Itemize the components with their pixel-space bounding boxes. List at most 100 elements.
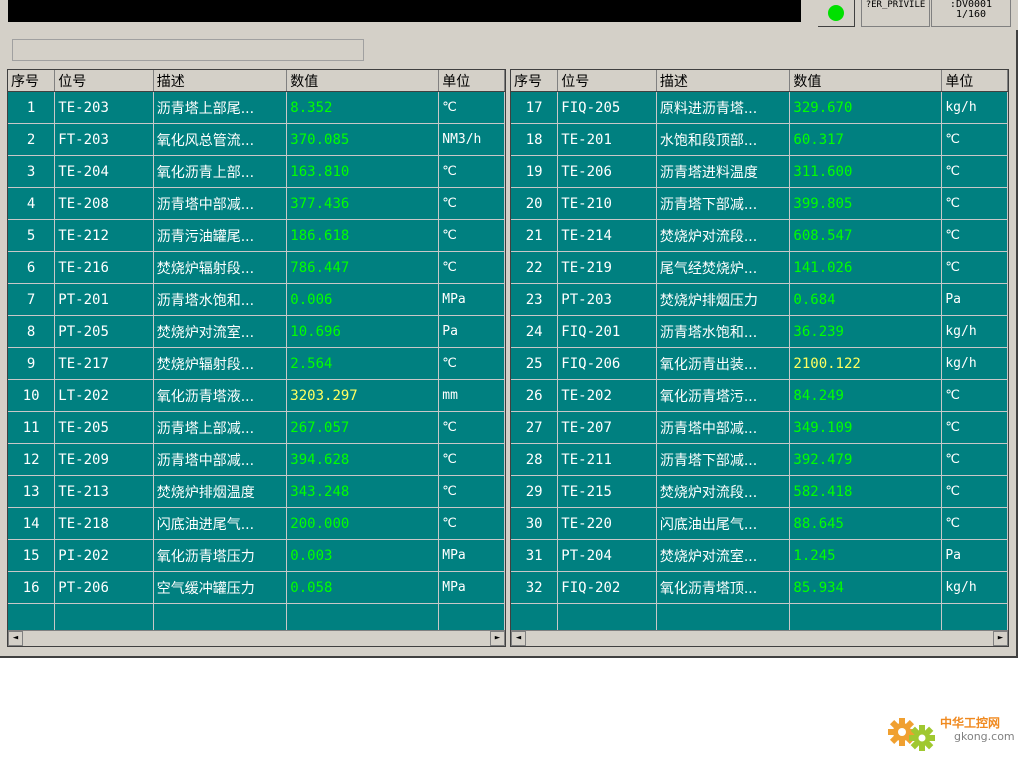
table-row[interactable]: 8 PT-205 焚烧炉对流室... 10.696 Pa [8,315,505,348]
row-value: 84.249 [789,379,943,412]
table-row[interactable]: 12 TE-209 沥青塔中部减... 394.628 ℃ [8,443,505,476]
table-row[interactable]: 31 PT-204 焚烧炉对流室... 1.245 Pa [511,539,1008,572]
table-row[interactable]: 14 TE-218 闪底油进尾气... 200.000 ℃ [8,507,505,540]
column-header-index[interactable]: 序号 [511,70,559,92]
row-description: 闪底油进尾气... [153,507,288,540]
row-unit: ℃ [438,155,505,188]
row-value: 141.026 [789,251,943,284]
column-header-value[interactable]: 数值 [286,70,440,92]
table-row[interactable]: 25 FIQ-206 氧化沥青出装... 2100.122 kg/h [511,347,1008,380]
table-row[interactable]: 2 FT-203 氧化风总管流... 370.085 NM3/h [8,123,505,156]
column-header-index[interactable]: 序号 [8,70,56,92]
row-index: 6 [8,251,56,284]
table-row[interactable]: 13 TE-213 焚烧炉排烟温度 343.248 ℃ [8,475,505,508]
column-header-value[interactable]: 数值 [789,70,943,92]
top-toolbar: ?ER_PRIVILE :DV0001 1/160 [0,0,1018,30]
table-row[interactable]: 10 LT-202 氧化沥青塔液... 3203.297 mm [8,379,505,412]
table-row[interactable]: 16 PT-206 空气缓冲罐压力 0.058 MPa [8,571,505,604]
table-row[interactable]: 23 PT-203 焚烧炉排烟压力 0.684 Pa [511,283,1008,316]
right-horizontal-scrollbar[interactable]: ◄ ► [511,630,1008,646]
scroll-left-arrow-icon[interactable]: ◄ [511,631,526,646]
column-header-tag[interactable]: 位号 [557,70,657,92]
row-description: 空气缓冲罐压力 [153,571,288,604]
row-tag: TE-209 [54,443,154,476]
row-tag: TE-205 [54,411,154,444]
column-header-description[interactable]: 描述 [153,70,288,92]
table-row[interactable]: 1 TE-203 沥青塔上部尾... 8.352 ℃ [8,91,505,124]
row-description: 尾气经焚烧炉... [656,251,791,284]
right-table: 序号 位号 描述 数值 单位 17 FIQ-205 原料进沥青塔... 329.670… [511,70,1008,636]
row-description: 氧化沥青塔压力 [153,539,288,572]
table-row[interactable]: 26 TE-202 氧化沥青塔污... 84.249 ℃ [511,379,1008,412]
column-header-unit[interactable]: 单位 [438,70,505,92]
row-description: 氧化沥青塔顶... [656,571,791,604]
row-tag: FIQ-206 [557,347,657,380]
row-tag: TE-204 [54,155,154,188]
main-panel: 序号 位号 描述 数值 单位 1 TE-203 沥青塔上部尾... 8.352 ℃ 2 FT… [0,30,1018,658]
row-tag: TE-215 [557,475,657,508]
row-description: 焚烧炉对流段... [656,475,791,508]
table-row[interactable]: 21 TE-214 焚烧炉对流段... 608.547 ℃ [511,219,1008,252]
row-index: 24 [511,315,559,348]
row-unit: ℃ [941,251,1008,284]
row-description: 沥青塔中部减... [656,411,791,444]
status-indicator-button[interactable] [818,0,855,27]
scroll-right-arrow-icon[interactable]: ► [490,631,505,646]
table-row[interactable]: 5 TE-212 沥青污油罐尾... 186.618 ℃ [8,219,505,252]
row-value: 2.564 [286,347,440,380]
left-table-header: 序号 位号 描述 数值 单位 [8,70,505,92]
table-row[interactable]: 24 FIQ-201 沥青塔水饱和... 36.239 kg/h [511,315,1008,348]
row-index: 7 [8,283,56,316]
scroll-left-arrow-icon[interactable]: ◄ [8,631,23,646]
table-row[interactable]: 18 TE-201 水饱和段顶部... 60.317 ℃ [511,123,1008,156]
table-row[interactable]: 17 FIQ-205 原料进沥青塔... 329.670 kg/h [511,91,1008,124]
privilege-box: ?ER_PRIVILE [861,0,930,27]
table-row[interactable]: 30 TE-220 闪底油出尾气... 88.645 ℃ [511,507,1008,540]
table-row[interactable]: 19 TE-206 沥青塔进料温度 311.600 ℃ [511,155,1008,188]
column-header-unit[interactable]: 单位 [941,70,1008,92]
scroll-right-arrow-icon[interactable]: ► [993,631,1008,646]
row-tag: TE-219 [557,251,657,284]
row-description: 水饱和段顶部... [656,123,791,156]
row-tag: TE-217 [54,347,154,380]
table-row[interactable]: 7 PT-201 沥青塔水饱和... 0.006 MPa [8,283,505,316]
left-horizontal-scrollbar[interactable]: ◄ ► [8,630,505,646]
row-unit: Pa [438,315,505,348]
row-description: 氧化沥青塔液... [153,379,288,412]
table-row[interactable]: 20 TE-210 沥青塔下部减... 399.805 ℃ [511,187,1008,220]
row-unit: MPa [438,571,505,604]
row-value: 60.317 [789,123,943,156]
row-index: 28 [511,443,559,476]
row-tag: TE-214 [557,219,657,252]
row-value: 343.248 [286,475,440,508]
row-value: 0.006 [286,283,440,316]
row-value: 394.628 [286,443,440,476]
table-row[interactable]: 28 TE-211 沥青塔下部减... 392.479 ℃ [511,443,1008,476]
table-row[interactable]: 6 TE-216 焚烧炉辐射段... 786.447 ℃ [8,251,505,284]
column-header-tag[interactable]: 位号 [54,70,154,92]
row-index: 2 [8,123,56,156]
row-index: 31 [511,539,559,572]
table-row[interactable]: 3 TE-204 氧化沥青上部... 163.810 ℃ [8,155,505,188]
table-row[interactable]: 4 TE-208 沥青塔中部减... 377.436 ℃ [8,187,505,220]
table-row[interactable]: 29 TE-215 焚烧炉对流段... 582.418 ℃ [511,475,1008,508]
row-tag: PT-201 [54,283,154,316]
row-tag: TE-207 [557,411,657,444]
table-row[interactable]: 22 TE-219 尾气经焚烧炉... 141.026 ℃ [511,251,1008,284]
row-index: 8 [8,315,56,348]
left-data-grid: 序号 位号 描述 数值 单位 1 TE-203 沥青塔上部尾... 8.352 ℃ 2 FT… [7,69,506,647]
row-description: 氧化沥青上部... [153,155,288,188]
row-index: 21 [511,219,559,252]
row-index: 15 [8,539,56,572]
table-row[interactable]: 27 TE-207 沥青塔中部减... 349.109 ℃ [511,411,1008,444]
row-index: 11 [8,411,56,444]
row-unit: ℃ [438,411,505,444]
table-row[interactable]: 9 TE-217 焚烧炉辐射段... 2.564 ℃ [8,347,505,380]
column-header-description[interactable]: 描述 [656,70,791,92]
table-row[interactable]: 32 FIQ-202 氧化沥青塔顶... 85.934 kg/h [511,571,1008,604]
row-index: 5 [8,219,56,252]
row-value: 2100.122 [789,347,943,380]
table-row[interactable]: 15 PI-202 氧化沥青塔压力 0.003 MPa [8,539,505,572]
table-row[interactable]: 11 TE-205 沥青塔上部减... 267.057 ℃ [8,411,505,444]
row-description: 沥青塔下部减... [656,187,791,220]
